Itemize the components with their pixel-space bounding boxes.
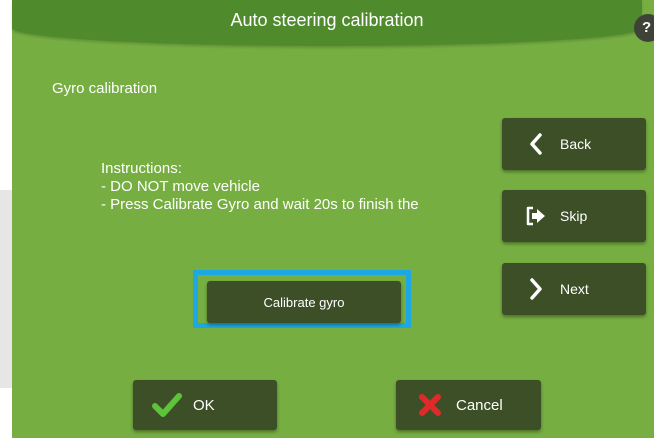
checkmark-icon <box>151 389 183 421</box>
instructions-text: Instructions: - DO NOT move vehicle - Pr… <box>101 160 441 230</box>
skip-label: Skip <box>560 208 588 224</box>
ok-button[interactable]: OK <box>133 380 277 430</box>
section-title: Gyro calibration <box>52 80 158 97</box>
chevron-right-icon <box>524 277 548 301</box>
chevron-left-icon <box>524 132 548 156</box>
next-button[interactable]: Next <box>502 263 646 315</box>
instruction-line: - Press Calibrate Gyro and wait 20s to f… <box>101 196 419 213</box>
help-button[interactable]: ? <box>634 14 654 42</box>
next-label: Next <box>560 281 589 297</box>
instructions-heading: Instructions: <box>101 160 182 177</box>
left-edge-strip <box>0 190 12 388</box>
back-button[interactable]: Back <box>502 118 646 170</box>
back-label: Back <box>560 136 592 152</box>
x-icon <box>414 389 446 421</box>
cancel-button[interactable]: Cancel <box>396 380 541 430</box>
calibrate-gyro-label: Calibrate gyro <box>263 294 345 310</box>
calibrate-gyro-button[interactable]: Calibrate gyro <box>207 281 401 323</box>
page-title: Auto steering calibration <box>230 10 424 30</box>
skip-button[interactable]: Skip <box>502 190 646 242</box>
cancel-label: Cancel <box>456 396 503 414</box>
exit-arrow-icon <box>524 204 548 228</box>
instruction-line: - DO NOT move vehicle <box>101 178 260 195</box>
ok-label: OK <box>193 396 215 414</box>
